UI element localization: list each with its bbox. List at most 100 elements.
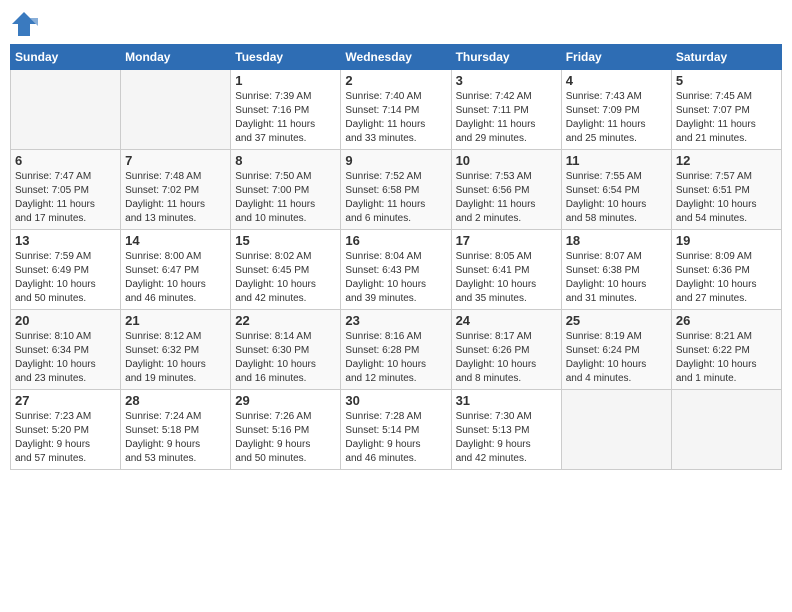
day-number: 13	[15, 233, 116, 248]
day-number: 21	[125, 313, 226, 328]
day-info: Sunrise: 7:26 AM Sunset: 5:16 PM Dayligh…	[235, 410, 336, 466]
day-number: 24	[456, 313, 557, 328]
day-info: Sunrise: 7:24 AM Sunset: 5:18 PM Dayligh…	[125, 410, 226, 466]
calendar-header-row: SundayMondayTuesdayWednesdayThursdayFrid…	[11, 45, 782, 70]
day-number: 26	[676, 313, 777, 328]
calendar-cell: 9 Sunrise: 7:52 AM Sunset: 6:58 PM Daylig…	[341, 150, 451, 230]
calendar-cell: 21 Sunrise: 8:12 AM Sunset: 6:32 PM Dayli…	[121, 310, 231, 390]
column-header-friday: Friday	[561, 45, 671, 70]
column-header-sunday: Sunday	[11, 45, 121, 70]
day-info: Sunrise: 8:14 AM Sunset: 6:30 PM Dayligh…	[235, 330, 336, 386]
calendar-cell: 31Sunrise: 7:30 AM Sunset: 5:13 PM Dayli…	[451, 390, 561, 470]
column-header-tuesday: Tuesday	[231, 45, 341, 70]
calendar-cell: 22 Sunrise: 8:14 AM Sunset: 6:30 PM Dayli…	[231, 310, 341, 390]
calendar-week-4: 20Sunrise: 8:10 AM Sunset: 6:34 PM Dayli…	[11, 310, 782, 390]
calendar-cell: 24 Sunrise: 8:17 AM Sunset: 6:26 PM Dayli…	[451, 310, 561, 390]
day-info: Sunrise: 7:43 AM Sunset: 7:09 PM Dayligh…	[566, 90, 667, 146]
calendar-cell: 5 Sunrise: 7:45 AM Sunset: 7:07 PM Daylig…	[671, 70, 781, 150]
calendar-cell	[561, 390, 671, 470]
day-number: 18	[566, 233, 667, 248]
day-info: Sunrise: 7:28 AM Sunset: 5:14 PM Dayligh…	[345, 410, 446, 466]
day-info: Sunrise: 7:42 AM Sunset: 7:11 PM Dayligh…	[456, 90, 557, 146]
calendar-cell	[11, 70, 121, 150]
calendar-cell: 7Sunrise: 7:48 AM Sunset: 7:02 PM Daylig…	[121, 150, 231, 230]
day-info: Sunrise: 8:04 AM Sunset: 6:43 PM Dayligh…	[345, 250, 446, 306]
day-info: Sunrise: 7:47 AM Sunset: 7:05 PM Dayligh…	[15, 170, 116, 226]
calendar-cell	[671, 390, 781, 470]
calendar-cell: 4 Sunrise: 7:43 AM Sunset: 7:09 PM Daylig…	[561, 70, 671, 150]
day-info: Sunrise: 8:07 AM Sunset: 6:38 PM Dayligh…	[566, 250, 667, 306]
day-info: Sunrise: 8:00 AM Sunset: 6:47 PM Dayligh…	[125, 250, 226, 306]
calendar-cell: 6 Sunrise: 7:47 AM Sunset: 7:05 PM Daylig…	[11, 150, 121, 230]
day-number: 5	[676, 73, 777, 88]
calendar-cell: 10 Sunrise: 7:53 AM Sunset: 6:56 PM Dayli…	[451, 150, 561, 230]
calendar-cell: 11 Sunrise: 7:55 AM Sunset: 6:54 PM Dayli…	[561, 150, 671, 230]
column-header-monday: Monday	[121, 45, 231, 70]
calendar-cell: 28Sunrise: 7:24 AM Sunset: 5:18 PM Dayli…	[121, 390, 231, 470]
day-info: Sunrise: 7:59 AM Sunset: 6:49 PM Dayligh…	[15, 250, 116, 306]
calendar-cell: 27 Sunrise: 7:23 AM Sunset: 5:20 PM Dayli…	[11, 390, 121, 470]
calendar-cell: 12 Sunrise: 7:57 AM Sunset: 6:51 PM Dayli…	[671, 150, 781, 230]
day-info: Sunrise: 8:21 AM Sunset: 6:22 PM Dayligh…	[676, 330, 777, 386]
day-info: Sunrise: 8:17 AM Sunset: 6:26 PM Dayligh…	[456, 330, 557, 386]
day-info: Sunrise: 8:16 AM Sunset: 6:28 PM Dayligh…	[345, 330, 446, 386]
day-info: Sunrise: 7:30 AM Sunset: 5:13 PM Dayligh…	[456, 410, 557, 466]
calendar-cell: 8 Sunrise: 7:50 AM Sunset: 7:00 PM Daylig…	[231, 150, 341, 230]
calendar-cell: 3Sunrise: 7:42 AM Sunset: 7:11 PM Daylig…	[451, 70, 561, 150]
page-header	[10, 10, 782, 38]
day-number: 30	[345, 393, 446, 408]
day-number: 9	[345, 153, 446, 168]
column-header-wednesday: Wednesday	[341, 45, 451, 70]
calendar-week-5: 27 Sunrise: 7:23 AM Sunset: 5:20 PM Dayli…	[11, 390, 782, 470]
day-number: 2	[345, 73, 446, 88]
calendar-cell: 15Sunrise: 8:02 AM Sunset: 6:45 PM Dayli…	[231, 230, 341, 310]
calendar-cell: 30 Sunrise: 7:28 AM Sunset: 5:14 PM Dayli…	[341, 390, 451, 470]
day-number: 14	[125, 233, 226, 248]
day-number: 27	[15, 393, 116, 408]
day-number: 12	[676, 153, 777, 168]
calendar-cell: 29 Sunrise: 7:26 AM Sunset: 5:16 PM Dayli…	[231, 390, 341, 470]
day-number: 25	[566, 313, 667, 328]
day-info: Sunrise: 7:57 AM Sunset: 6:51 PM Dayligh…	[676, 170, 777, 226]
day-info: Sunrise: 7:23 AM Sunset: 5:20 PM Dayligh…	[15, 410, 116, 466]
day-info: Sunrise: 7:48 AM Sunset: 7:02 PM Dayligh…	[125, 170, 226, 226]
day-number: 1	[235, 73, 336, 88]
day-number: 16	[345, 233, 446, 248]
day-info: Sunrise: 8:12 AM Sunset: 6:32 PM Dayligh…	[125, 330, 226, 386]
day-info: Sunrise: 7:39 AM Sunset: 7:16 PM Dayligh…	[235, 90, 336, 146]
calendar-week-2: 6 Sunrise: 7:47 AM Sunset: 7:05 PM Daylig…	[11, 150, 782, 230]
day-info: Sunrise: 7:52 AM Sunset: 6:58 PM Dayligh…	[345, 170, 446, 226]
calendar-cell: 23Sunrise: 8:16 AM Sunset: 6:28 PM Dayli…	[341, 310, 451, 390]
column-header-thursday: Thursday	[451, 45, 561, 70]
day-info: Sunrise: 8:19 AM Sunset: 6:24 PM Dayligh…	[566, 330, 667, 386]
logo-icon	[10, 10, 38, 38]
day-number: 19	[676, 233, 777, 248]
day-number: 10	[456, 153, 557, 168]
calendar-cell: 1 Sunrise: 7:39 AM Sunset: 7:16 PM Daylig…	[231, 70, 341, 150]
calendar-cell: 16 Sunrise: 8:04 AM Sunset: 6:43 PM Dayli…	[341, 230, 451, 310]
calendar-cell: 19Sunrise: 8:09 AM Sunset: 6:36 PM Dayli…	[671, 230, 781, 310]
calendar-cell: 20Sunrise: 8:10 AM Sunset: 6:34 PM Dayli…	[11, 310, 121, 390]
day-number: 29	[235, 393, 336, 408]
day-number: 8	[235, 153, 336, 168]
calendar-week-3: 13 Sunrise: 7:59 AM Sunset: 6:49 PM Dayli…	[11, 230, 782, 310]
calendar-cell: 26 Sunrise: 8:21 AM Sunset: 6:22 PM Dayli…	[671, 310, 781, 390]
day-number: 6	[15, 153, 116, 168]
day-info: Sunrise: 7:53 AM Sunset: 6:56 PM Dayligh…	[456, 170, 557, 226]
calendar-table: SundayMondayTuesdayWednesdayThursdayFrid…	[10, 44, 782, 470]
calendar-cell	[121, 70, 231, 150]
column-header-saturday: Saturday	[671, 45, 781, 70]
day-number: 11	[566, 153, 667, 168]
logo	[10, 10, 42, 38]
day-info: Sunrise: 8:05 AM Sunset: 6:41 PM Dayligh…	[456, 250, 557, 306]
day-info: Sunrise: 7:50 AM Sunset: 7:00 PM Dayligh…	[235, 170, 336, 226]
day-info: Sunrise: 7:55 AM Sunset: 6:54 PM Dayligh…	[566, 170, 667, 226]
day-number: 4	[566, 73, 667, 88]
day-number: 20	[15, 313, 116, 328]
day-number: 17	[456, 233, 557, 248]
day-info: Sunrise: 7:45 AM Sunset: 7:07 PM Dayligh…	[676, 90, 777, 146]
calendar-cell: 13 Sunrise: 7:59 AM Sunset: 6:49 PM Dayli…	[11, 230, 121, 310]
day-number: 22	[235, 313, 336, 328]
day-info: Sunrise: 8:02 AM Sunset: 6:45 PM Dayligh…	[235, 250, 336, 306]
calendar-week-1: 1 Sunrise: 7:39 AM Sunset: 7:16 PM Daylig…	[11, 70, 782, 150]
